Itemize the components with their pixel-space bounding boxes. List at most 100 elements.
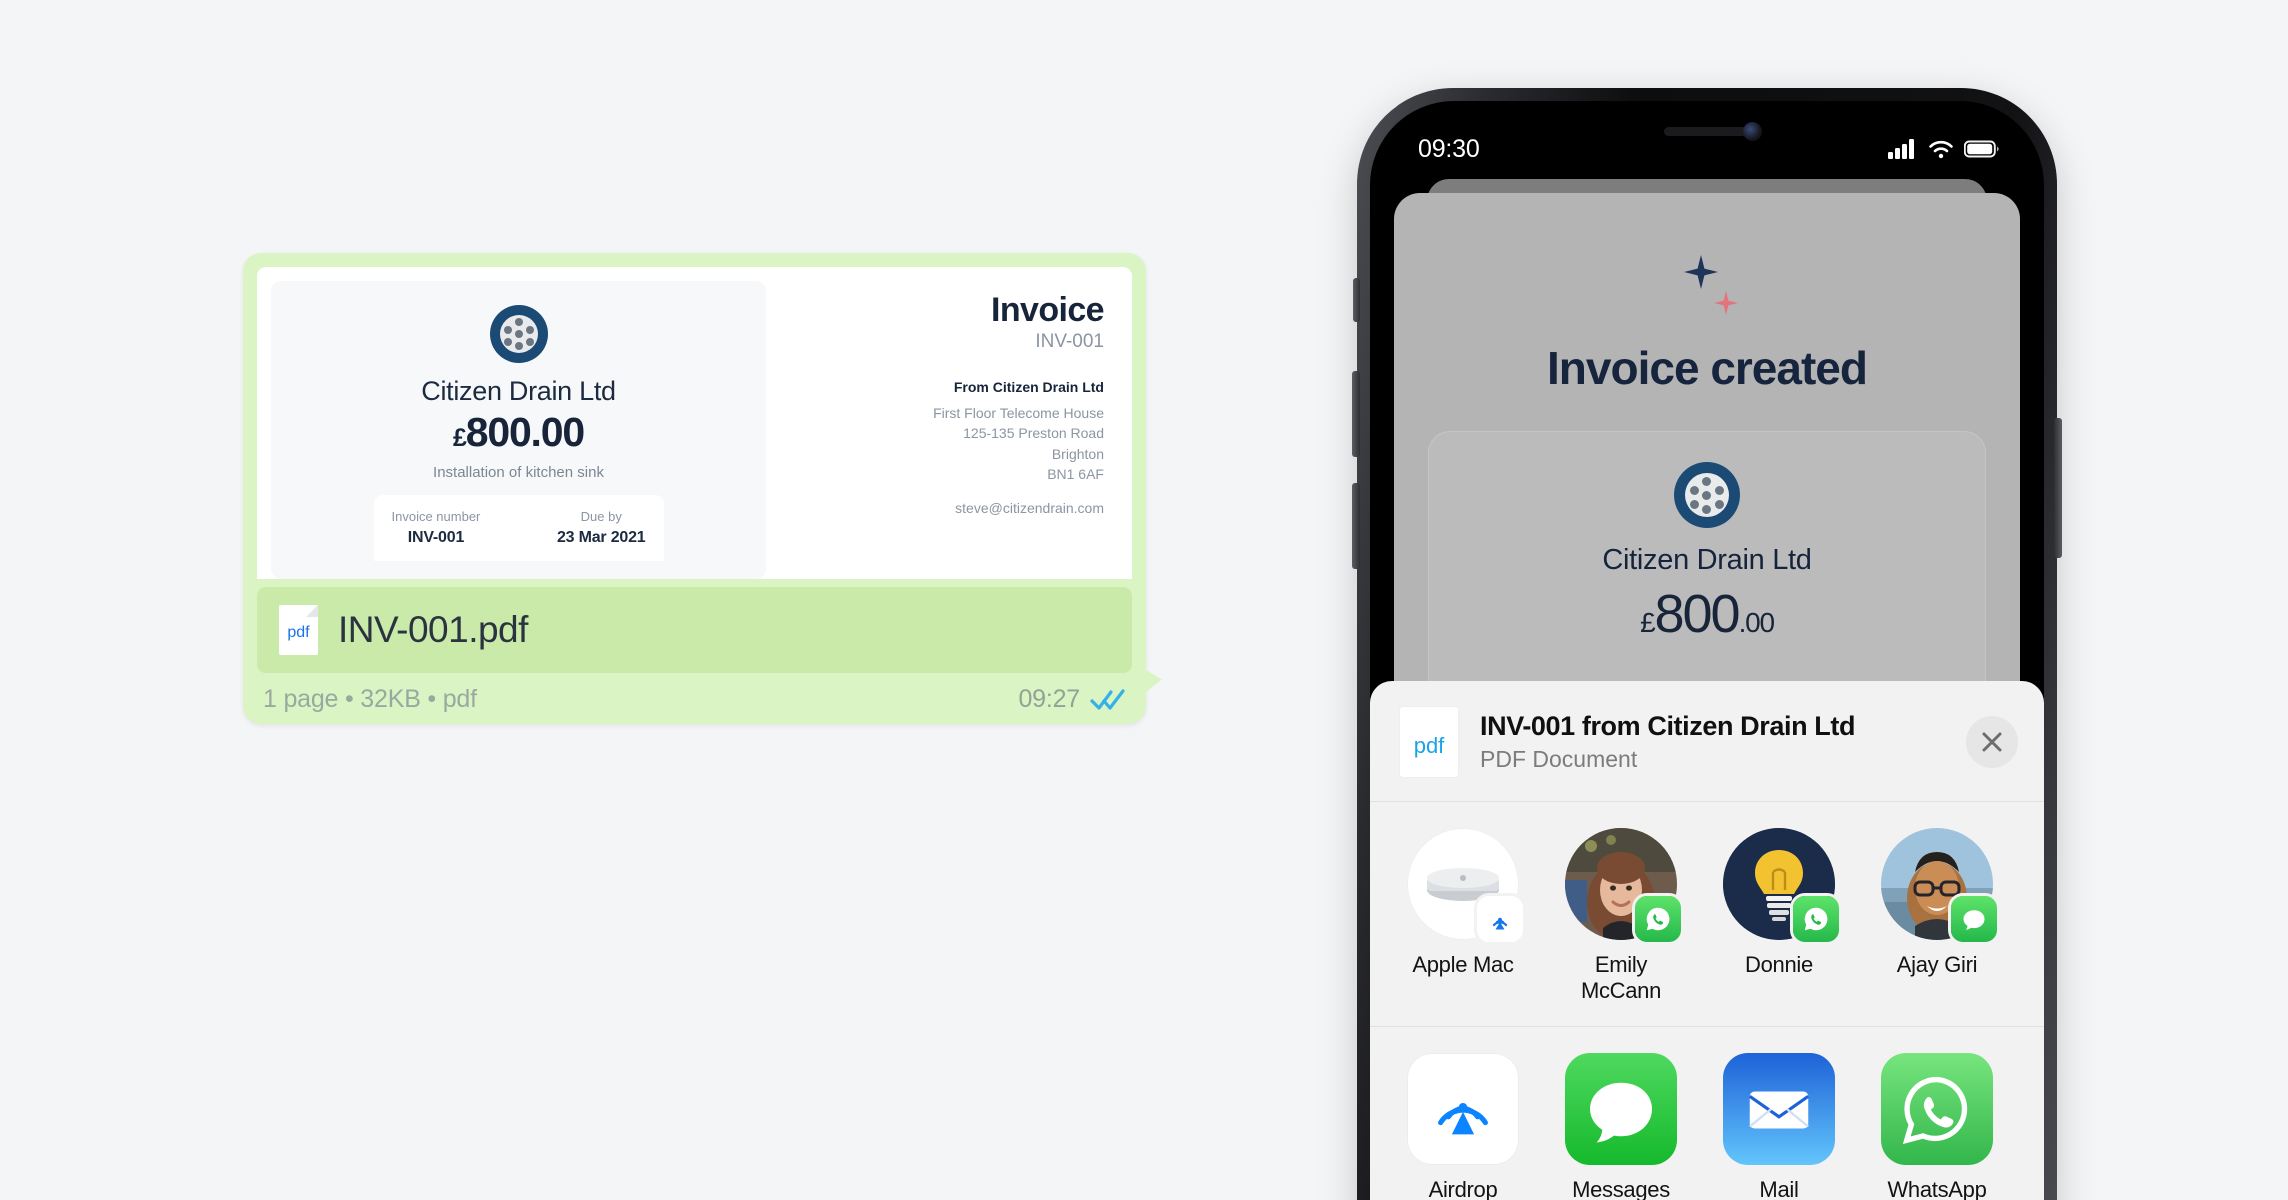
share-item-title: INV-001 from Citizen Drain Ltd [1480, 711, 1856, 741]
messages-badge-icon [1951, 896, 1997, 942]
whatsapp-icon [1902, 1076, 1968, 1145]
ios-share-sheet[interactable]: pdf INV-001 from Citizen Drain Ltd PDF D… [1370, 681, 2044, 1200]
sparkle-small-icon [1714, 291, 1738, 315]
message-footer: 1 page • 32KB • pdf 09:27 [257, 673, 1132, 714]
share-item-subtitle: PDF Document [1480, 746, 1638, 772]
avatar-wrap [1565, 828, 1681, 942]
chat-message-bubble[interactable]: Citizen Drain Ltd £ 800.00 Installation … [243, 253, 1162, 724]
share-sheet-header: pdf INV-001 from Citizen Drain Ltd PDF D… [1370, 681, 2044, 802]
share-apps-row: Airdrop Messages Mail WhatsApp [1370, 1027, 2044, 1200]
meta-label: Due by [580, 509, 622, 524]
app-viewport: Invoice created Citizen Drain Ltd £ 800 … [1370, 101, 2044, 1200]
contact-name: Ajay Giri [1896, 952, 1978, 977]
ios-status-bar: 09:30 [1370, 101, 2044, 175]
mail-app-icon [1723, 1053, 1835, 1165]
share-app-messages[interactable]: Messages [1554, 1053, 1688, 1200]
contact-name: Emily McCann [1580, 952, 1662, 1003]
amount-value: 800.00 [465, 409, 585, 455]
pdf-file-icon: pdf [279, 605, 318, 655]
from-address: First Floor Telecome House 125-135 Prest… [933, 403, 1104, 484]
app-name: Airdrop [1428, 1177, 1498, 1200]
sparkle-group [1394, 251, 2020, 331]
invoice-created-title: Invoice created [1547, 342, 1868, 394]
close-icon [1982, 732, 2002, 752]
pdf-icon-label: pdf [1413, 733, 1445, 758]
preview-company-name: Citizen Drain Ltd [421, 376, 616, 406]
wifi-icon [1929, 140, 1953, 159]
address-line: BN1 6AF [1047, 465, 1104, 482]
share-contact-emily-mccann[interactable]: Emily McCann [1554, 828, 1688, 1004]
document-number: INV-001 [1035, 331, 1104, 352]
preview-description: Installation of kitchen sink [433, 464, 604, 481]
message-status: 09:27 [1018, 685, 1126, 714]
airdrop-badge-icon [1477, 896, 1523, 942]
battery-icon [1964, 140, 1999, 158]
volume-down-button[interactable] [1352, 483, 1360, 569]
close-share-sheet-button[interactable] [1966, 716, 2018, 768]
drain-cover-logo-icon [489, 305, 548, 363]
messages-app-icon [1565, 1053, 1677, 1165]
attachment-file-row[interactable]: pdf INV-001.pdf [257, 587, 1132, 673]
iphone-screen: Invoice created Citizen Drain Ltd £ 800 … [1370, 101, 2044, 1200]
volume-up-button[interactable] [1352, 371, 1360, 457]
app-name: Messages [1572, 1177, 1670, 1200]
address-line: Brighton [1051, 445, 1104, 462]
read-receipt-double-tick-icon [1090, 688, 1125, 710]
meta-label: Invoice number [391, 509, 481, 524]
status-bar-indicators [1888, 138, 2000, 160]
app-name: Mail [1759, 1177, 1799, 1200]
drain-cover-logo-icon [1674, 462, 1740, 528]
bubble-tail [1132, 662, 1162, 698]
address-line: First Floor Telecome House [933, 405, 1104, 421]
share-contacts-row: Apple Mac Emily McCann Donnie Ajay Giri [1370, 802, 2044, 1027]
contact-name: Apple Mac [1412, 952, 1514, 977]
pdf-file-icon: pdf [1400, 707, 1458, 777]
app-name: WhatsApp [1887, 1177, 1987, 1200]
sparkle-large-icon [1684, 255, 1718, 289]
iphone-device-frame: Invoice created Citizen Drain Ltd £ 800 … [1352, 88, 2062, 1200]
power-button[interactable] [2054, 418, 2062, 558]
share-app-whatsapp[interactable]: WhatsApp [1870, 1053, 2004, 1200]
share-contact-ajay-giri[interactable]: Ajay Giri [1870, 828, 2004, 1004]
airdrop-icon [1492, 917, 1508, 930]
airdrop-icon [1438, 1102, 1488, 1135]
whatsapp-badge-icon [1635, 896, 1681, 942]
mail-icon [1748, 1091, 1810, 1129]
signal-bars-icon [1888, 139, 1914, 159]
currency-symbol: £ [453, 424, 467, 452]
mute-switch-button[interactable] [1353, 278, 1360, 322]
amount-whole: 800 [1654, 584, 1740, 644]
attachment-file-name: INV-001.pdf [338, 609, 528, 650]
currency-symbol: £ [1640, 607, 1656, 638]
share-app-mail[interactable]: Mail [1712, 1053, 1846, 1200]
card-company-name: Citizen Drain Ltd [1602, 544, 1812, 576]
share-app-airdrop[interactable]: Airdrop [1396, 1053, 1530, 1200]
whatsapp-badge-icon [1793, 896, 1839, 942]
attachment-details: 1 page • 32KB • pdf [263, 685, 477, 713]
card-amount: £ 800 .00 [1640, 583, 1776, 645]
address-line: 125-135 Preston Road [963, 425, 1104, 442]
amount-decimals: .00 [1738, 607, 1776, 638]
invoice-summary-panel: Citizen Drain Ltd £ 800.00 Installation … [271, 281, 766, 579]
whatsapp-app-icon [1881, 1053, 1993, 1165]
from-email: steve@citizendrain.com [955, 500, 1104, 517]
pdf-icon-label: pdf [287, 624, 310, 641]
avatar-wrap [1723, 828, 1839, 942]
invoice-meta-card: Invoice number INV-001 Due by 23 Mar 202… [373, 495, 664, 561]
screenshot-canvas: Citizen Drain Ltd £ 800.00 Installation … [0, 0, 2288, 1200]
meta-value: INV-001 [407, 529, 465, 546]
document-title: Invoice [991, 291, 1105, 329]
status-bar-time: 09:30 [1418, 134, 1480, 163]
share-item-info: INV-001 from Citizen Drain Ltd PDF Docum… [1480, 711, 1966, 773]
contact-name: Donnie [1745, 952, 1813, 977]
preview-amount: £ 800.00 [453, 409, 585, 456]
avatar-wrap [1881, 828, 1997, 942]
meta-value: 23 Mar 2021 [556, 529, 646, 546]
invoice-document-panel: Invoice INV-001 From Citizen Drain Ltd F… [766, 267, 1132, 579]
invoice-preview-card[interactable]: Citizen Drain Ltd £ 800.00 Installation … [257, 267, 1132, 579]
messages-icon [1963, 910, 1985, 930]
share-contact-donnie[interactable]: Donnie [1712, 828, 1846, 1004]
avatar-wrap [1407, 828, 1523, 942]
meta-due-by: Due by 23 Mar 2021 [557, 509, 646, 547]
share-contact-apple-mac[interactable]: Apple Mac [1396, 828, 1530, 1004]
